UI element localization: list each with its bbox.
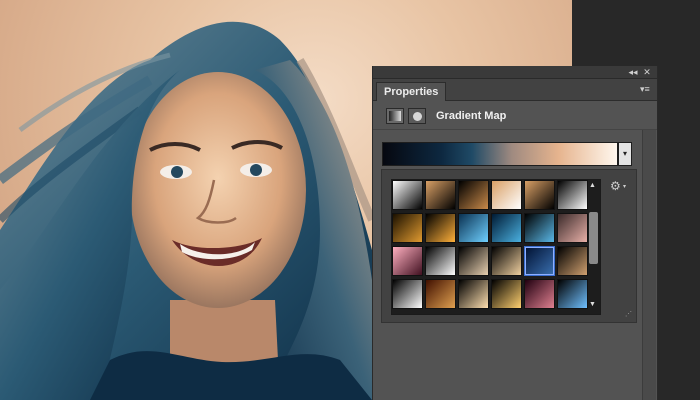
panel-scrollbar[interactable] <box>642 130 656 400</box>
gradient-preset-swatch[interactable] <box>425 213 456 243</box>
gradient-preset-swatch[interactable] <box>524 213 555 243</box>
gradient-preset-swatch[interactable] <box>491 180 522 210</box>
picker-scrollbar[interactable] <box>587 192 599 302</box>
gradient-preset-swatch[interactable] <box>392 213 423 243</box>
gradient-picker: ▲ ▼ ⚙ ▾ ⋰ <box>381 169 637 323</box>
collapse-icon[interactable]: ◂◂ <box>627 66 639 79</box>
layer-mask-icon[interactable] <box>408 108 426 124</box>
gradient-dropdown-button[interactable]: ▾ <box>618 142 632 166</box>
gradient-preset-swatch[interactable] <box>458 180 489 210</box>
gradient-preset-swatch[interactable] <box>425 180 456 210</box>
gradient-preset-swatch[interactable] <box>491 213 522 243</box>
gradient-preset-swatch[interactable] <box>491 279 522 309</box>
gradient-preset-swatch[interactable] <box>425 279 456 309</box>
gradient-preset-swatch[interactable] <box>458 279 489 309</box>
gradient-preset-swatch[interactable] <box>458 213 489 243</box>
resize-grip-icon[interactable]: ⋰ <box>625 311 632 318</box>
gear-icon[interactable]: ⚙ <box>610 180 621 192</box>
adjustment-header: Gradient Map <box>373 102 657 130</box>
gradient-preset-swatch[interactable] <box>557 180 588 210</box>
tab-properties[interactable]: Properties <box>376 82 447 101</box>
gradient-preset-swatch[interactable] <box>557 246 588 276</box>
panel-title: Gradient Map <box>436 110 507 122</box>
gradient-preset-swatch[interactable] <box>491 246 522 276</box>
scroll-down-icon[interactable]: ▼ <box>589 301 596 308</box>
gradient-preset-swatch[interactable] <box>557 279 588 309</box>
gradient-map-adjustment-icon[interactable] <box>386 108 404 124</box>
gradient-preset-swatch[interactable] <box>524 246 555 276</box>
close-icon[interactable]: ✕ <box>641 66 653 79</box>
gradient-preset-swatch[interactable] <box>392 279 423 309</box>
chevron-down-icon[interactable]: ▾ <box>623 183 626 190</box>
panel-titlebar[interactable]: ◂◂ ✕ <box>373 66 657 79</box>
panel-menu-icon[interactable]: ▾≡ <box>640 81 654 97</box>
properties-panel: ◂◂ ✕ Properties ▾≡ Gradient Map ▾ ▲ ▼ ⚙ … <box>372 66 658 400</box>
gradient-preset-swatch[interactable] <box>392 180 423 210</box>
gradient-preset-swatch[interactable] <box>458 246 489 276</box>
gradient-preview-bar[interactable] <box>382 142 618 166</box>
gradient-preset-swatch[interactable] <box>524 279 555 309</box>
picker-scrollbar-thumb[interactable] <box>589 212 598 264</box>
gradient-preset-swatch[interactable] <box>425 246 456 276</box>
gradient-swatch-grid <box>391 179 601 315</box>
gradient-preset-swatch[interactable] <box>392 246 423 276</box>
panel-tab-row: Properties ▾≡ <box>373 79 657 101</box>
gradient-preset-swatch[interactable] <box>557 213 588 243</box>
gradient-preset-swatch[interactable] <box>524 180 555 210</box>
scroll-up-icon[interactable]: ▲ <box>589 182 596 189</box>
